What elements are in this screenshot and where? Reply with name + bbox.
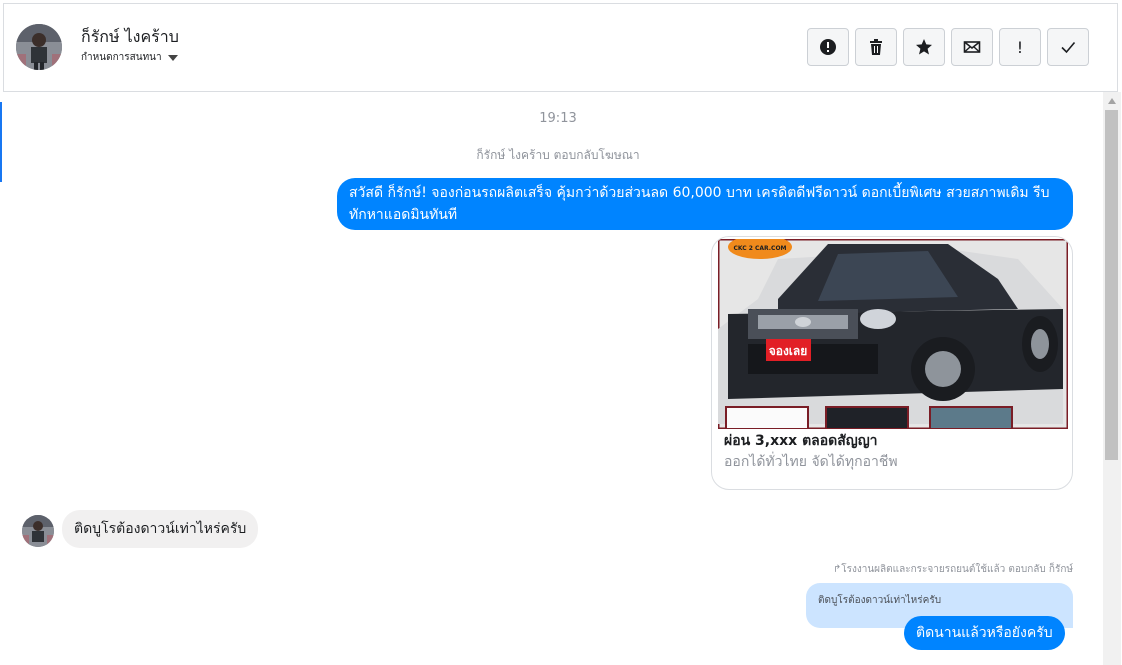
- ad-description: ออกได้ทั่วไทย จัดได้ทุกอาชีพ: [724, 454, 898, 470]
- exclamation-icon: !: [1016, 37, 1024, 57]
- contact-avatar[interactable]: [16, 24, 62, 70]
- reply-meta: ↱โรงงานผลิตและกระจายรถยนต์ใช้แล้ว ตอบกลั…: [833, 562, 1073, 577]
- ad-image: จองเลย CKC 2 CAR.COM: [718, 239, 1068, 429]
- ad-reply-notice: ก็รักษ์ ไงคร้าบ ตอบกลับโฆษณา: [476, 148, 640, 162]
- reply-meta-text: โรงงานผลิตและกระจายรถยนต์ใช้แล้ว ตอบกลับ…: [841, 564, 1073, 575]
- star-button[interactable]: [903, 28, 945, 66]
- spam-button[interactable]: [807, 28, 849, 66]
- important-button[interactable]: !: [999, 28, 1041, 66]
- message-thread[interactable]: 19:13 ก็รักษ์ ไงคร้าบ ตอบกลับโฆษณา สวัสด…: [3, 92, 1103, 665]
- mark-unread-button[interactable]: [951, 28, 993, 66]
- done-button[interactable]: [1047, 28, 1089, 66]
- outgoing-ad-message[interactable]: สวัสดี ก็รักษ์! จองก่อนรถผลิตเสร็จ คุ้มก…: [337, 178, 1073, 230]
- message-timestamp: 19:13: [539, 111, 577, 126]
- alert-circle-icon: [820, 39, 836, 55]
- ad-card[interactable]: จองเลย CKC 2 CAR.COM ผ่อน 3,xxx ตลอดสัญญ…: [711, 236, 1073, 490]
- caret-down-icon: [167, 54, 178, 61]
- thread-scrollbar[interactable]: [1103, 92, 1121, 665]
- ad-title: ผ่อน 3,xxx ตลอดสัญญา: [724, 433, 878, 449]
- envelope-icon: [963, 41, 981, 53]
- svg-text:CKC 2 CAR.COM: CKC 2 CAR.COM: [733, 245, 786, 252]
- conversation-header: ก็รักษ์ ไงคร้าบ กำหนดการสนทนา !: [3, 3, 1118, 92]
- active-conversation-indicator: [0, 102, 2, 182]
- reply-arrow-icon: ↱: [832, 564, 842, 575]
- outgoing-reply-message[interactable]: ติดนานแล้วหรือยังครับ: [904, 616, 1065, 650]
- contact-name[interactable]: ก็รักษ์ ไงคร้าบ: [81, 25, 179, 50]
- conversation-toolbar: !: [807, 28, 1089, 66]
- assign-conversation-label: กำหนดการสนทนา: [81, 52, 162, 63]
- inbox-conversation-view: ก็รักษ์ ไงคร้าบ กำหนดการสนทนา ! 19:13 ก็…: [0, 0, 1122, 665]
- delete-button[interactable]: [855, 28, 897, 66]
- star-icon: [916, 39, 932, 55]
- trash-icon: [870, 39, 882, 55]
- incoming-sender-avatar[interactable]: [22, 515, 54, 547]
- ad-image-stamp: จองเลย: [769, 344, 808, 358]
- incoming-message[interactable]: ติดบูโรต้องดาวน์เท่าไหร่ครับ: [62, 510, 259, 548]
- scroll-up-arrow-icon[interactable]: [1108, 98, 1116, 104]
- check-icon: [1061, 41, 1076, 54]
- assign-conversation-dropdown[interactable]: กำหนดการสนทนา: [81, 50, 178, 65]
- scroll-thumb[interactable]: [1105, 110, 1118, 460]
